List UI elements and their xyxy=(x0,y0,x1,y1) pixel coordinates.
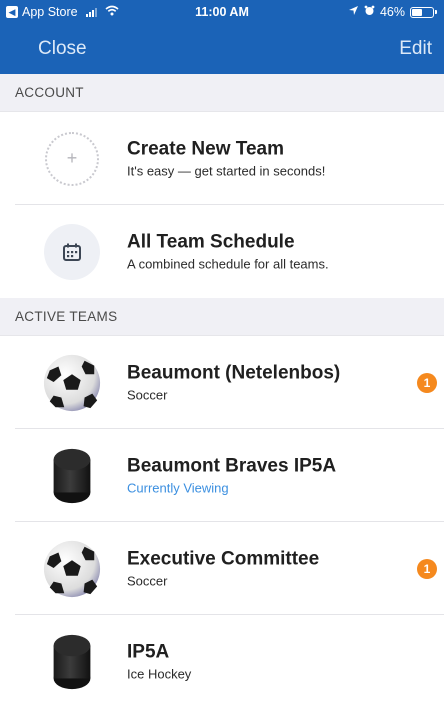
alarm-clock-icon xyxy=(364,5,375,19)
team-sport: Ice Hockey xyxy=(127,666,192,681)
back-to-app-icon[interactable]: ◀ xyxy=(6,6,18,18)
close-button[interactable]: Close xyxy=(38,38,87,60)
add-team-icon: + xyxy=(45,131,99,186)
team-sport: Soccer xyxy=(127,573,168,588)
team-name: Beaumont Braves IP5A xyxy=(127,455,337,476)
team-row[interactable]: IP5A Ice Hockey xyxy=(0,615,444,704)
team-row[interactable]: Executive Committee Soccer 1 xyxy=(0,522,444,615)
status-carrier[interactable]: App Store xyxy=(22,5,78,19)
notification-badge: 1 xyxy=(417,372,437,393)
edit-button[interactable]: Edit xyxy=(399,38,432,60)
all-team-schedule-title: All Team Schedule xyxy=(127,231,295,252)
battery-percent: 46% xyxy=(379,5,405,19)
top-bar: ◀ App Store 11:00 AM 46% Close Edit xyxy=(0,0,444,74)
team-name: Executive Committee xyxy=(127,548,320,569)
create-team-title: Create New Team xyxy=(127,138,284,159)
create-new-team-row[interactable]: + Create New Team It's easy — get starte… xyxy=(0,112,444,205)
all-team-schedule-subtitle: A combined schedule for all teams. xyxy=(127,256,329,271)
team-name: Beaumont (Netelenbos) xyxy=(127,362,341,383)
hockey-puck-icon xyxy=(53,448,91,503)
calendar-icon xyxy=(44,223,100,280)
all-team-schedule-row[interactable]: All Team Schedule A combined schedule fo… xyxy=(0,205,444,298)
status-bar: ◀ App Store 11:00 AM 46% xyxy=(0,0,444,24)
hockey-puck-icon xyxy=(53,634,91,689)
soccer-ball-icon xyxy=(43,354,101,411)
location-arrow-icon xyxy=(348,5,359,19)
create-team-subtitle: It's easy — get started in seconds! xyxy=(127,163,326,178)
section-header-account: ACCOUNT xyxy=(0,74,444,112)
team-sport: Soccer xyxy=(127,387,168,402)
soccer-ball-icon xyxy=(43,540,101,597)
cellular-signal-icon xyxy=(85,7,97,17)
section-header-active-teams: ACTIVE TEAMS xyxy=(0,298,444,336)
team-row[interactable]: Beaumont Braves IP5A Currently Viewing xyxy=(0,429,444,522)
battery-icon xyxy=(410,6,437,18)
wifi-icon xyxy=(105,5,119,19)
team-name: IP5A xyxy=(127,641,170,662)
notification-badge: 1 xyxy=(417,558,437,579)
currently-viewing-label: Currently Viewing xyxy=(127,480,229,495)
team-row[interactable]: Beaumont (Netelenbos) Soccer 1 xyxy=(0,336,444,429)
